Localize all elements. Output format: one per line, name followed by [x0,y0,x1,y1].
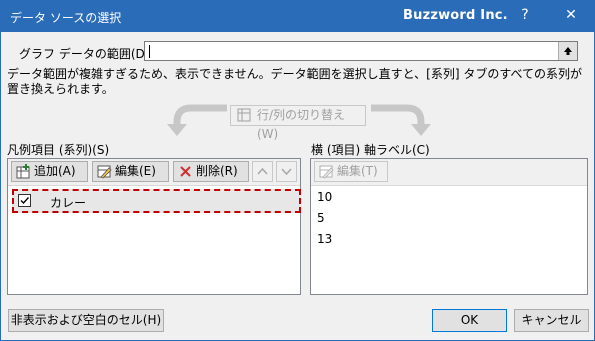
axis-label-item[interactable]: 5 [317,211,325,225]
axis-label-item[interactable]: 13 [317,232,332,246]
delete-series-button[interactable]: 削除(R) [173,161,249,182]
axis-labels-panel: 編集(T) 10 5 13 [310,158,588,295]
series-name: カレー [50,196,87,210]
chevron-up-icon [257,167,268,175]
range-warning-message: データ範囲が複雑すぎるため、表示できません。データ範囲を選択し直すと、[系列] … [7,67,583,96]
close-button[interactable]: ✕ [561,7,581,23]
text-caret [149,45,150,58]
axis-label-item[interactable]: 10 [317,190,332,204]
checkmark-icon [20,197,30,205]
edit-table-icon [97,165,112,179]
right-curved-arrow-icon [371,104,431,136]
legend-entries-panel: 追加(A) 編集(E) 削除(R) カレー [7,158,301,295]
collapse-dialog-icon [564,47,572,55]
delete-x-icon [180,166,191,177]
add-series-label: 追加(A) [34,164,76,178]
series-checkbox[interactable] [18,194,31,207]
hidden-empty-cells-button[interactable]: 非表示および空白のセル(H) [8,309,164,332]
chart-data-range-label: グラフ データの範囲(D): [19,47,154,61]
select-data-source-dialog: データ ソースの選択 Buzzword Inc. ? ✕ グラフ データの範囲(… [0,0,595,341]
title-bar[interactable]: データ ソースの選択 Buzzword Inc. ? ✕ [1,1,594,32]
move-up-button[interactable] [252,161,273,182]
edit-axis-labels-label: 編集(T) [337,164,378,178]
dialog-title: データ ソースの選択 [10,11,122,25]
edit-table-icon [319,165,334,179]
ok-button[interactable]: OK [432,309,507,332]
add-series-button[interactable]: 追加(A) [11,161,88,182]
series-list-item[interactable]: カレー [12,189,301,213]
edit-axis-labels-button[interactable]: 編集(T) [314,161,388,182]
legend-entries-label: 凡例項目 (系列)(S) [7,143,110,157]
series-toolbar: 追加(A) 編集(E) 削除(R) [8,159,300,186]
add-table-icon [16,164,30,179]
brand-label: Buzzword Inc. [403,8,508,23]
left-curved-arrow-icon [167,104,227,136]
help-button[interactable]: ? [515,7,535,23]
switch-row-column-button[interactable]: 行/列の切り替え(W) [230,105,366,141]
axis-labels-toolbar: 編集(T) [311,159,587,186]
switch-row-column-icon [237,108,251,122]
switch-row-column-label: 行/列の切り替え(W) [257,108,346,141]
edit-series-button[interactable]: 編集(E) [92,161,169,182]
axis-labels-label: 横 (項目) 軸ラベル(C) [311,143,430,157]
chevron-down-icon [281,168,292,176]
chart-data-range-input[interactable] [144,41,578,61]
edit-series-label: 編集(E) [115,164,156,178]
move-down-button[interactable] [276,161,297,182]
collapse-dialog-button[interactable] [558,42,577,60]
delete-series-label: 削除(R) [196,164,238,178]
cancel-button[interactable]: キャンセル [514,309,589,332]
